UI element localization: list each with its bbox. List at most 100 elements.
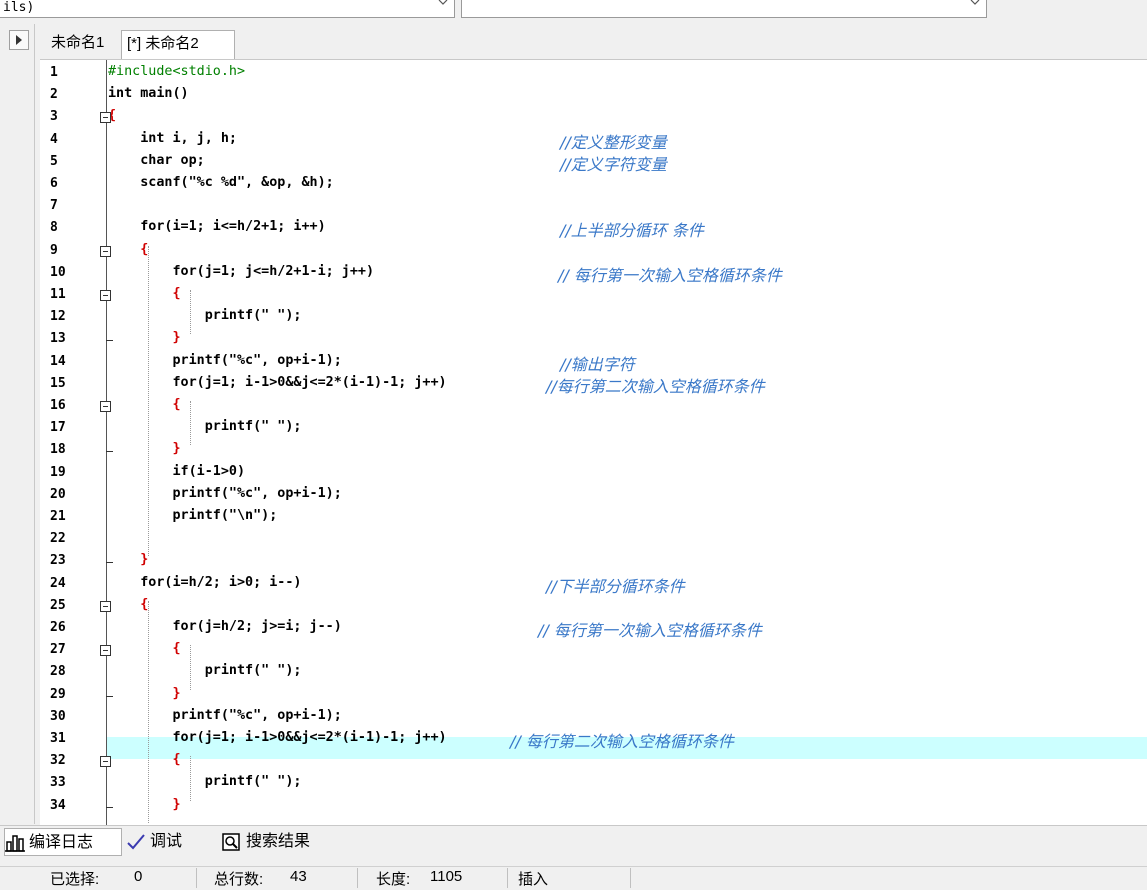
- tab-search-results[interactable]: 搜索结果: [222, 828, 340, 856]
- indent-guide: [148, 245, 149, 557]
- code-line[interactable]: }: [108, 552, 148, 567]
- status-total-lines-value: 43: [290, 868, 307, 885]
- line-number: 7: [50, 198, 58, 214]
- fold-toggle-icon[interactable]: [100, 645, 111, 657]
- line-number: 24: [50, 575, 66, 591]
- search-results-icon: [222, 833, 240, 851]
- code-line[interactable]: printf(" ");: [108, 308, 302, 323]
- fold-toggle-icon[interactable]: [100, 600, 111, 612]
- code-line[interactable]: #include<stdio.h>: [108, 64, 245, 79]
- code-line[interactable]: }: [108, 441, 180, 456]
- code-editor[interactable]: 1 #include<stdio.h> 2 int main() 3 {4 int i, …: [40, 59, 1147, 825]
- code-line[interactable]: {: [108, 641, 180, 656]
- line-number: 11: [50, 287, 66, 302]
- tab-unnamed2[interactable]: [*] 未命名2: [121, 30, 235, 60]
- line-number: 34: [50, 797, 66, 813]
- chevron-down-icon[interactable]: [438, 0, 448, 7]
- indent-guide: [190, 645, 191, 690]
- fold-end-marker: [106, 451, 113, 453]
- line-number: 31: [50, 731, 66, 746]
- tab-compile-log[interactable]: 编译日志: [4, 828, 122, 856]
- code-line[interactable]: {: [108, 597, 148, 612]
- code-line[interactable]: printf("%c", op+i-1);: [108, 708, 341, 723]
- code-line[interactable]: {: [108, 397, 180, 412]
- fold-toggle-icon[interactable]: [100, 401, 111, 412]
- code-line[interactable]: printf(" ");: [108, 419, 302, 434]
- status-length-label: 长度:: [376, 871, 411, 888]
- code-line[interactable]: int main(): [108, 86, 189, 101]
- status-selected-label: 已选择:: [50, 871, 100, 888]
- code-comment: //输出字符: [560, 354, 635, 374]
- tab-scroll-right-button[interactable]: [9, 30, 29, 50]
- code-line[interactable]: {: [108, 286, 180, 301]
- left-panel-edge: [0, 24, 35, 824]
- status-length-value: 1105: [430, 868, 463, 885]
- line-number: 3: [50, 109, 58, 125]
- code-comment: //下半部分循环条件: [546, 576, 685, 596]
- line-number: 12: [50, 309, 66, 325]
- code-line[interactable]: printf(" ");: [108, 774, 302, 789]
- line-number: 27: [50, 642, 66, 658]
- line-number: 32: [50, 753, 66, 769]
- fold-toggle-icon[interactable]: [100, 245, 111, 257]
- line-number: 33: [50, 775, 66, 791]
- code-line[interactable]: char op;: [108, 153, 205, 168]
- code-comment: //上半部分循环 条件: [560, 221, 704, 241]
- fold-toggle-icon[interactable]: [100, 290, 111, 301]
- line-number: 17: [50, 420, 66, 436]
- code-line[interactable]: }: [108, 686, 180, 701]
- code-line[interactable]: int i, j, h;: [108, 131, 237, 146]
- fold-toggle-icon[interactable]: [100, 112, 111, 124]
- line-number: 25: [50, 597, 66, 613]
- tab-unnamed1[interactable]: 未命名1: [46, 30, 120, 58]
- line-number: 13: [50, 331, 66, 347]
- line-number: 8: [50, 220, 58, 236]
- toolbar-strip: ils): [0, 0, 1147, 22]
- code-comment: // 每行第二次输入空格循环条件: [510, 732, 734, 751]
- code-comment: //定义整形变量: [560, 132, 667, 152]
- code-line[interactable]: for(j=1; i-1>0&&j<=2*(i-1)-1; j++): [108, 375, 446, 390]
- code-line[interactable]: }: [108, 330, 180, 345]
- fold-end-marker: [106, 340, 113, 342]
- line-number: 19: [50, 464, 66, 480]
- status-divider: [357, 868, 358, 888]
- code-line[interactable]: {: [108, 242, 148, 257]
- fold-end-marker: [106, 562, 113, 564]
- member-combobox[interactable]: [461, 0, 987, 18]
- code-line[interactable]: printf("\n");: [108, 508, 277, 523]
- code-line[interactable]: }: [108, 797, 180, 812]
- code-line[interactable]: printf(" ");: [108, 663, 302, 678]
- code-line[interactable]: printf("%c", op+i-1);: [108, 353, 341, 368]
- tab-debug-label: 调试: [150, 833, 183, 850]
- code-line[interactable]: {: [108, 752, 180, 767]
- line-number: 9: [50, 242, 58, 258]
- code-line[interactable]: for(i=1; i<=h/2+1; i++): [108, 219, 325, 234]
- check-icon: [127, 834, 145, 850]
- status-bar: [0, 866, 1147, 890]
- tab-search-results-label: 搜索结果: [246, 833, 311, 850]
- line-number: 14: [50, 353, 66, 369]
- arrow-right-icon: [16, 35, 22, 45]
- code-line[interactable]: for(j=1; i-1>0&&j<=2*(i-1)-1; j++): [108, 730, 446, 745]
- line-number: 18: [50, 442, 66, 458]
- line-number: 23: [50, 553, 66, 569]
- code-comment: // 每行第一次输入空格循环条件: [558, 265, 782, 285]
- chevron-down-icon[interactable]: [970, 0, 980, 7]
- indent-guide: [190, 290, 191, 335]
- status-divider: [196, 868, 197, 888]
- fold-marker-line: [106, 60, 107, 825]
- status-insert-mode: 插入: [518, 871, 549, 888]
- line-number: 20: [50, 486, 66, 502]
- fold-toggle-icon[interactable]: [100, 756, 111, 768]
- line-number: 4: [50, 131, 58, 147]
- class-combobox[interactable]: ils): [0, 0, 455, 18]
- fold-end-marker: [106, 695, 113, 697]
- code-line[interactable]: printf("%c", op+i-1);: [108, 486, 341, 501]
- code-line[interactable]: scanf("%c %d", &op, &h);: [108, 175, 334, 190]
- tab-debug[interactable]: 调试: [126, 828, 216, 856]
- code-line[interactable]: for(i=h/2; i>0; i--): [108, 575, 301, 590]
- code-line[interactable]: for(j=h/2; j>=i; j--): [108, 619, 341, 634]
- line-number: 29: [50, 686, 66, 702]
- code-comment: //每行第二次输入空格循环条件: [546, 376, 765, 396]
- code-line[interactable]: if(i-1>0): [108, 464, 245, 479]
